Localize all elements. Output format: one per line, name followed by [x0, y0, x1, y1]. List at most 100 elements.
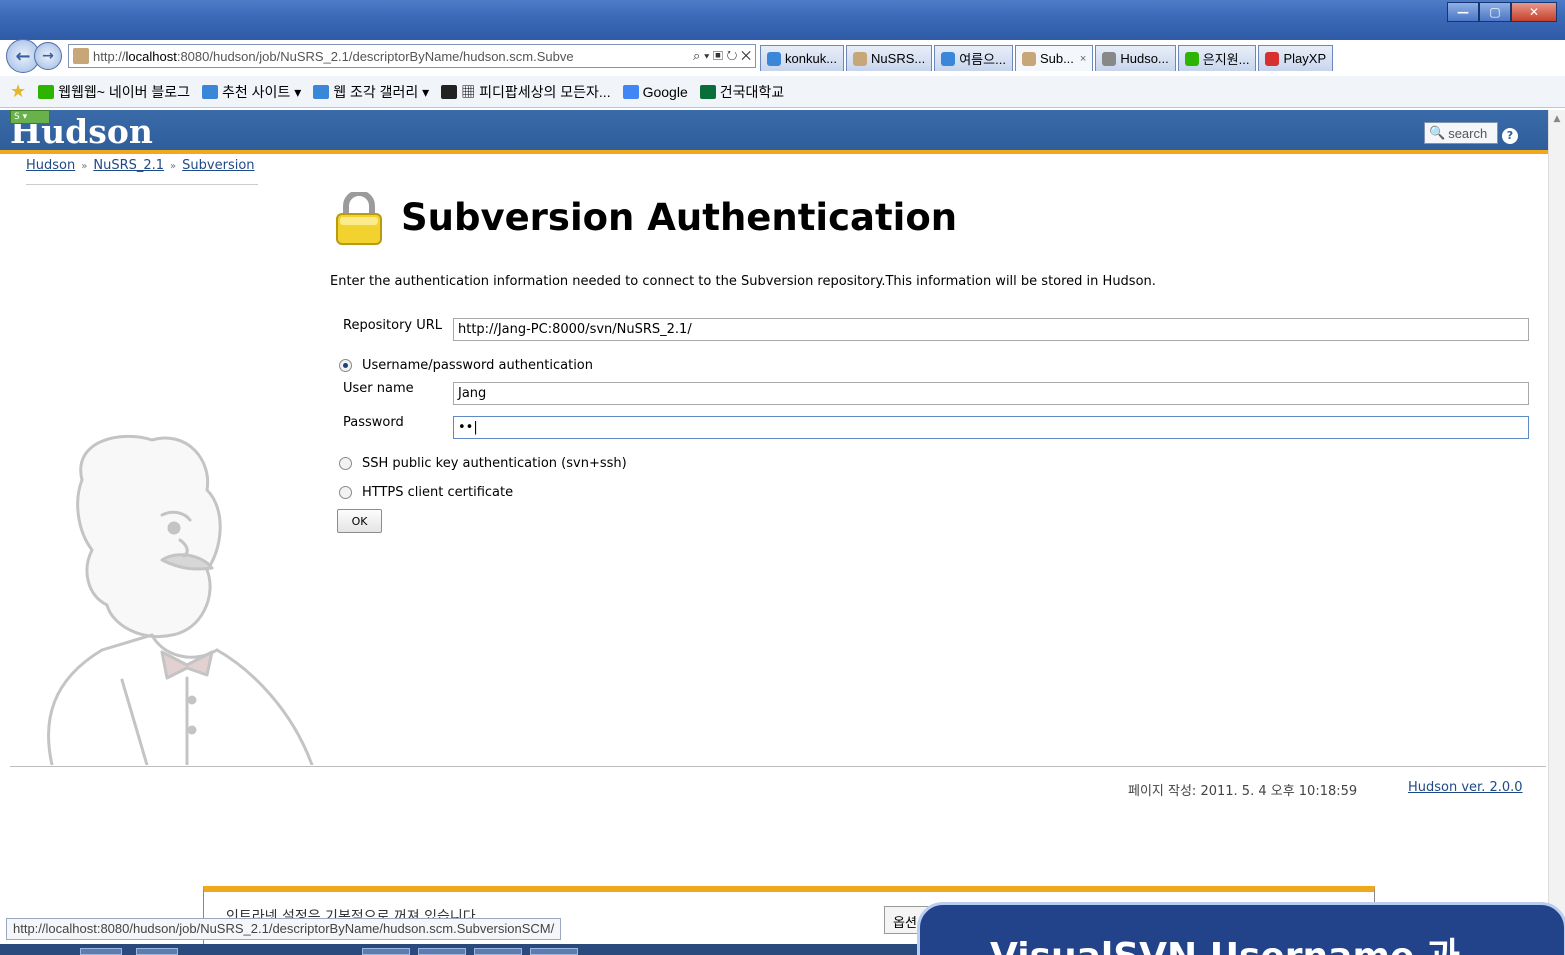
- naver-blog-icon: [1184, 51, 1199, 66]
- search-placeholder: search: [1448, 125, 1488, 141]
- logo-status-badge[interactable]: S ▾: [10, 110, 50, 124]
- breadcrumb-separator: »: [81, 161, 88, 172]
- browser-tab[interactable]: 은지원...: [1177, 45, 1257, 71]
- password-input[interactable]: ••|: [453, 416, 1529, 439]
- tv-icon: [441, 84, 458, 99]
- tab-strip: konkuk... NuSRS... 여름으... Sub... × Hudso... 은지…: [760, 41, 1335, 71]
- favorites-bar-item-label: 추천 사이트 ▾: [222, 83, 302, 100]
- search-icon: 🔍: [1429, 125, 1446, 140]
- ie-icon: [941, 51, 956, 66]
- favorites-bar-item[interactable]: Google: [622, 84, 688, 100]
- favorites-bar-item[interactable]: 건국대학교: [699, 82, 785, 102]
- hudson-icon: [853, 51, 868, 66]
- window-titlebar: — ▢ ✕: [0, 0, 1565, 40]
- tools-gear-icon[interactable]: ⚙: [1541, 46, 1557, 67]
- browser-tab[interactable]: PlayXP: [1258, 45, 1334, 71]
- taskbar-button[interactable]: [474, 948, 522, 955]
- intro-text: Enter the authentication information nee…: [330, 274, 1156, 289]
- page-scrollbar[interactable]: ▲: [1548, 110, 1565, 920]
- footer-divider: [10, 766, 1546, 767]
- google-icon: [622, 84, 639, 99]
- auth-option-ssh[interactable]: SSH public key authentication (svn+ssh): [339, 456, 627, 471]
- favorites-bar-item-label: 웹웹웹~ 네이버 블로그: [58, 83, 191, 100]
- site-favicon-icon: [73, 48, 89, 64]
- browser-tab[interactable]: NuSRS...: [846, 45, 933, 71]
- close-window-button[interactable]: ✕: [1511, 2, 1557, 22]
- auth-option-https-cert[interactable]: HTTPS client certificate: [339, 485, 513, 500]
- auth-option-label: HTTPS client certificate: [362, 485, 514, 500]
- maximize-button[interactable]: ▢: [1479, 2, 1511, 22]
- status-bar-url: http://localhost:8080/hudson/job/NuSRS_2…: [6, 918, 562, 940]
- taskbar-button[interactable]: [80, 948, 122, 955]
- address-bar[interactable]: http://localhost:8080/hudson/job/NuSRS_2…: [68, 44, 756, 68]
- browser-tab-label: PlayXP: [1283, 51, 1327, 66]
- browser-tab-label: NuSRS...: [871, 51, 926, 66]
- auth-option-username-password[interactable]: Username/password authentication: [339, 358, 593, 373]
- hudson-icon: [1021, 51, 1036, 66]
- taskbar-button[interactable]: [530, 948, 578, 955]
- forward-arrow-icon: →: [42, 48, 54, 64]
- forward-button[interactable]: →: [34, 42, 62, 70]
- ie-icon: [767, 51, 781, 66]
- favorites-bar-item[interactable]: 웹 조각 갤러리 ▾: [313, 82, 429, 102]
- favorites-bar-item[interactable]: 추천 사이트 ▾: [202, 82, 301, 102]
- radio-button[interactable]: [339, 359, 352, 372]
- breadcrumb-job[interactable]: NuSRS_2.1: [93, 158, 164, 176]
- browser-tab[interactable]: Hudso...: [1095, 45, 1176, 71]
- page-title: Subversion Authentication: [401, 196, 958, 239]
- favorites-bar-item-label: ▦ 피디팝세상의 모든자...: [461, 83, 611, 100]
- help-icon[interactable]: ?: [1502, 128, 1518, 144]
- username-input[interactable]: Jang: [453, 382, 1529, 405]
- close-tab-icon[interactable]: ×: [1080, 53, 1086, 65]
- browser-tab-label: konkuk...: [785, 51, 838, 66]
- browser-tab[interactable]: konkuk...: [760, 45, 845, 71]
- auth-option-label: SSH public key authentication (svn+ssh): [362, 456, 627, 471]
- favorites-bar-item-label: 웹 조각 갤러리 ▾: [333, 83, 430, 100]
- breadcrumb-divider: [26, 184, 258, 185]
- radio-button[interactable]: [339, 486, 352, 499]
- navigation-row: ← → http://localhost:8080/hudson/job/NuS…: [0, 39, 1565, 73]
- taskbar-button[interactable]: [362, 948, 410, 955]
- home-icon[interactable]: ⌂: [1489, 46, 1500, 67]
- favorites-bar-item[interactable]: 웹웹웹~ 네이버 블로그: [38, 82, 190, 102]
- username-label: User name: [343, 381, 414, 396]
- footer-page-generated: 페이지 작성: 2011. 5. 4 오후 10:18:59: [1128, 784, 1358, 799]
- breadcrumb-subversion[interactable]: Subversion: [182, 158, 254, 176]
- browser-tab-label: Sub...: [1039, 51, 1074, 66]
- address-prefix: http://: [93, 48, 126, 64]
- browser-tab[interactable]: 여름으...: [934, 45, 1013, 71]
- favorites-star-icon[interactable]: ★: [10, 81, 26, 102]
- password-label: Password: [343, 415, 404, 430]
- slide-caption-box: VisualSVN Username 과: [917, 902, 1565, 955]
- browser-right-icons: ⌂ ★ ⚙: [1489, 46, 1557, 67]
- auth-option-label: Username/password authentication: [362, 358, 594, 373]
- ok-button[interactable]: OK: [337, 509, 382, 533]
- taskbar-button[interactable]: [418, 948, 466, 955]
- repository-url-label: Repository URL: [343, 318, 443, 333]
- footer-version-link[interactable]: Hudson ver. 2.0.0: [1408, 780, 1523, 795]
- back-arrow-icon: ←: [15, 45, 31, 67]
- taskbar-button[interactable]: [136, 948, 178, 955]
- breadcrumb-hudson[interactable]: Hudson: [26, 158, 75, 176]
- window-controls: — ▢ ✕: [1447, 2, 1557, 22]
- address-path: :8080/hudson/job/NuSRS_2.1/descriptorByN…: [176, 48, 574, 64]
- playxp-icon: [1265, 51, 1280, 66]
- butler-illustration: [47, 434, 314, 765]
- hudson-face-icon: [1102, 51, 1117, 66]
- scroll-up-icon[interactable]: ▲: [1549, 110, 1565, 126]
- browser-tab-label: 여름으...: [959, 52, 1006, 67]
- favorites-bar-item-label: 건국대학교: [719, 83, 785, 100]
- ku-icon: [699, 84, 716, 99]
- browser-tab-label: 은지원...: [1202, 52, 1250, 67]
- favorites-bar-item[interactable]: ▦ 피디팝세상의 모든자...: [441, 82, 611, 102]
- favorites-star-icon[interactable]: ★: [1513, 46, 1529, 67]
- breadcrumb: Hudson » NuSRS_2.1 » Subversion: [26, 158, 255, 176]
- minimize-button[interactable]: —: [1447, 2, 1479, 22]
- search-input[interactable]: 🔍 search: [1424, 122, 1498, 144]
- radio-button[interactable]: [339, 457, 352, 470]
- repository-url-input[interactable]: http://Jang-PC:8000/svn/NuSRS_2.1/: [453, 318, 1529, 341]
- address-tools-icons[interactable]: ⌕ ▾ ▣ ↻ ✕: [693, 48, 751, 64]
- address-host: localhost: [125, 48, 177, 64]
- browser-tab[interactable]: Sub... ×: [1014, 45, 1094, 71]
- web-slice-icon: [313, 84, 330, 99]
